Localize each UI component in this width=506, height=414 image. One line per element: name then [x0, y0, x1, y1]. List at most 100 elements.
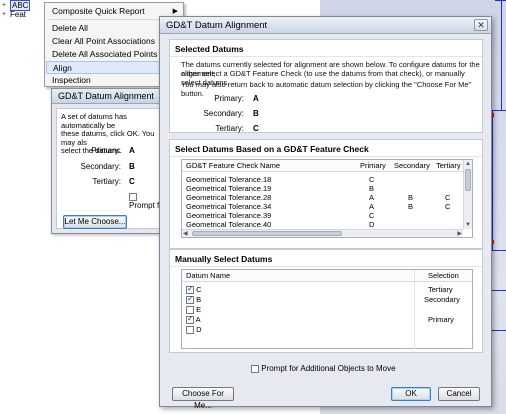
menu-item-label: Align [53, 63, 72, 73]
cancel-button[interactable]: Cancel [438, 387, 480, 401]
column-header-primary[interactable]: Primary [360, 161, 386, 170]
column-header-secondary[interactable]: Secondary [394, 161, 430, 170]
expand-icon[interactable]: + [2, 2, 10, 9]
prompt-checkbox[interactable] [251, 364, 259, 373]
section-heading: Selected Datums [175, 44, 244, 54]
column-header-selection[interactable]: Selection [428, 271, 459, 280]
table-cell-primary: B [369, 184, 375, 193]
primary-value: A [129, 146, 135, 155]
table-cell-name[interactable]: Geometrical Tolerance.28 [186, 193, 271, 202]
ok-button[interactable]: OK [391, 387, 431, 401]
let-me-choose-button[interactable]: Let Me Choose... [63, 215, 127, 229]
viewport-edge [492, 110, 506, 111]
close-icon[interactable]: ✕ [474, 19, 488, 31]
datum-name: B [196, 295, 202, 304]
table-cell-name[interactable]: Geometrical Tolerance.39 [186, 211, 271, 220]
column-header-name[interactable]: GD&T Feature Check Name [186, 161, 280, 170]
tertiary-label: Tertiary: [215, 124, 244, 133]
section-heading: Select Datums Based on a GD&T Feature Ch… [175, 144, 369, 154]
vertical-scrollbar[interactable]: ▲ ▼ [463, 160, 472, 229]
table-cell-name[interactable]: Geometrical Tolerance.34 [186, 202, 271, 211]
datum-name: A [195, 315, 201, 324]
viewport-edge [492, 290, 506, 291]
table-row[interactable]: C [186, 284, 202, 295]
divider [170, 56, 482, 57]
divider [170, 156, 482, 157]
secondary-value: B [253, 109, 259, 118]
viewport-edge [492, 110, 493, 250]
table-cell-primary: A [369, 202, 375, 211]
column-header-tertiary[interactable]: Tertiary [436, 161, 461, 170]
table-cell-primary: D [369, 220, 375, 229]
menu-item-label: Inspection [52, 75, 91, 85]
datum-selection[interactable]: Secondary [424, 295, 460, 304]
datum-checkbox[interactable] [186, 294, 194, 305]
auto-datum-dialog: GD&T Datum Alignment A set of datums has… [51, 88, 163, 234]
scroll-right-icon[interactable]: ▶ [457, 231, 462, 237]
menu-item-label: Delete All Associated Points [52, 49, 158, 59]
prompt-row[interactable]: Prompt for Additional Objects to Move [251, 364, 396, 373]
menu-item-label: Clear All Point Associations [52, 36, 155, 46]
gdt-datum-alignment-dialog: GD&T Datum Alignment ✕ Selected Datums T… [159, 16, 492, 410]
table-row[interactable]: B [186, 294, 202, 305]
table-cell-secondary: B [408, 202, 414, 211]
scrollbar-thumb[interactable] [465, 169, 471, 191]
tree-item-label: Feat [10, 10, 27, 19]
primary-label: Primary: [214, 94, 244, 103]
secondary-label: Secondary: [203, 109, 244, 118]
prompt-label: Prompt f [129, 201, 160, 210]
datum-checkbox[interactable] [186, 306, 194, 315]
dialog-body: A set of datums has automatically be the… [56, 108, 162, 229]
scroll-down-icon[interactable]: ▼ [465, 222, 471, 228]
table-cell-secondary: B [408, 193, 414, 202]
manual-datums-section: Manually Select Datums Datum Name Select… [169, 249, 483, 353]
dialog-titlebar: GD&T Datum Alignment ✕ [160, 17, 491, 34]
datum-name: D [196, 325, 202, 334]
table-cell-name[interactable]: Geometrical Tolerance.18 [186, 175, 271, 184]
scrollbar-thumb[interactable] [192, 231, 342, 236]
feature-check-section: Select Datums Based on a GD&T Feature Ch… [169, 139, 483, 249]
choose-for-me-button[interactable]: Choose For Me... [172, 387, 234, 410]
datum-checkbox[interactable] [186, 314, 194, 325]
horizontal-scrollbar[interactable]: ◀ ▶ [182, 229, 463, 237]
prompt-checkbox[interactable] [129, 192, 137, 201]
secondary-label: Secondary: [80, 162, 121, 171]
viewport-edge [492, 250, 506, 251]
table-cell-name[interactable]: Geometrical Tolerance.40 [186, 220, 271, 229]
datum-selection[interactable]: Primary [428, 315, 454, 324]
table-row[interactable]: E [186, 305, 202, 315]
expand-icon[interactable]: + [2, 11, 10, 18]
tertiary-label: Tertiary: [92, 177, 121, 186]
table-cell-name[interactable]: Geometrical Tolerance.19 [186, 184, 271, 193]
section-heading: Manually Select Datums [175, 254, 273, 264]
primary-value: A [253, 94, 259, 103]
dialog-title: GD&T Datum Alignment [52, 89, 162, 104]
table-cell-tertiary: C [445, 193, 451, 202]
datum-selection[interactable]: Tertiary [428, 285, 453, 294]
tertiary-value: C [253, 124, 259, 133]
table-cell-tertiary: C [445, 202, 451, 211]
primary-label: Primary: [91, 146, 121, 155]
table-row[interactable]: A [186, 314, 201, 325]
secondary-value: B [129, 162, 135, 171]
feature-check-table: GD&T Feature Check Name Primary Secondar… [181, 159, 473, 238]
selected-datums-section: Selected Datums The datums currently sel… [169, 39, 483, 133]
table-cell-primary: A [369, 193, 375, 202]
viewport-edge [492, 330, 506, 331]
datum-name: E [196, 305, 202, 314]
prompt-label: Prompt for Additional Objects to Move [261, 364, 396, 373]
prompt-row[interactable]: Prompt f [129, 192, 161, 210]
column-divider [414, 270, 415, 349]
scroll-left-icon[interactable]: ◀ [183, 231, 188, 237]
dialog-title: GD&T Datum Alignment [166, 20, 268, 31]
table-row[interactable]: D [186, 325, 202, 335]
column-header-datum-name[interactable]: Datum Name [186, 271, 230, 280]
datum-name: C [196, 285, 202, 294]
divider [170, 266, 482, 267]
scroll-up-icon[interactable]: ▲ [465, 161, 471, 167]
table-cell-primary: C [369, 211, 375, 220]
menu-item-label: Delete All [52, 23, 88, 33]
datum-checkbox[interactable] [186, 284, 194, 295]
table-cell-primary: C [369, 175, 375, 184]
datum-checkbox[interactable] [186, 326, 194, 335]
